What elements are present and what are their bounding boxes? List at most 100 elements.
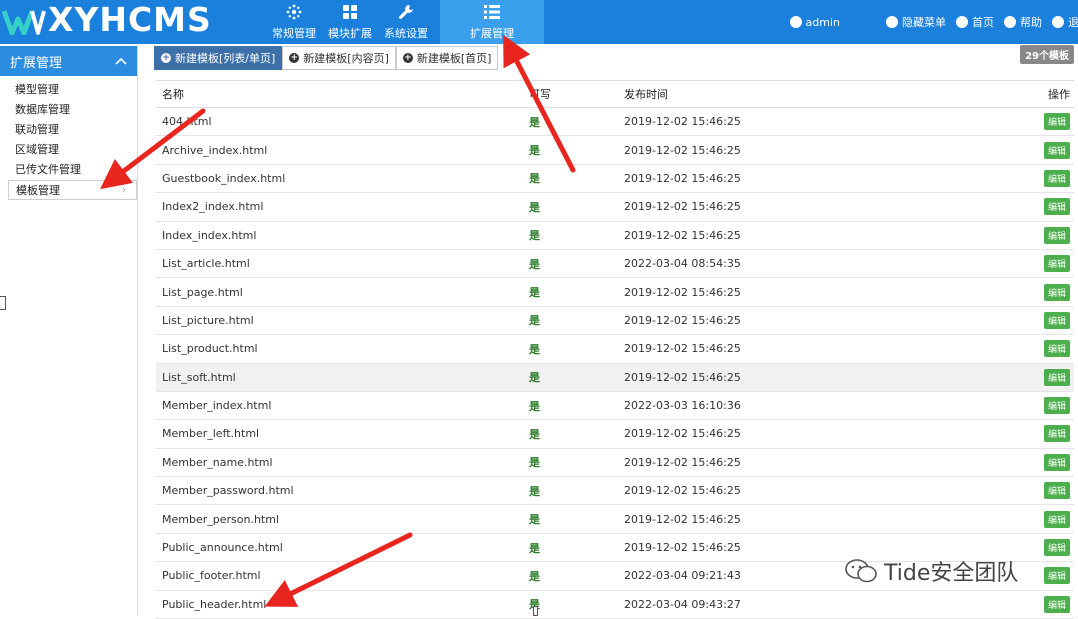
nav-item-system[interactable]: 系统设置 bbox=[378, 0, 434, 44]
user-menu[interactable]: admin bbox=[789, 15, 840, 29]
writable-flag: 是 bbox=[526, 590, 624, 619]
writable-flag: 是 bbox=[526, 419, 624, 449]
sidebar-item-label: 模板管理 bbox=[16, 184, 60, 197]
template-name: Archive_index.html bbox=[156, 135, 526, 165]
publish-time: 2019-12-02 15:46:25 bbox=[624, 135, 1014, 165]
sidebar-item-label: 模型管理 bbox=[15, 83, 59, 96]
nav-item-extension[interactable]: 扩展管理 bbox=[440, 0, 544, 44]
edit-button[interactable]: 编辑 bbox=[1043, 141, 1070, 159]
nav-label: 系统设置 bbox=[384, 27, 428, 40]
publish-time: 2019-12-02 15:46:25 bbox=[624, 476, 1014, 506]
edit-button[interactable]: 编辑 bbox=[1043, 397, 1070, 415]
sidebar-header[interactable]: 扩展管理 bbox=[0, 46, 137, 76]
wrench-icon bbox=[397, 3, 415, 21]
writable-flag: 是 bbox=[526, 306, 624, 336]
template-name: Public_announce.html bbox=[156, 533, 526, 563]
home-link[interactable]: 首页 bbox=[956, 14, 994, 30]
logout-icon bbox=[1052, 16, 1064, 28]
header-ops: 操作 bbox=[1014, 80, 1074, 108]
writable-value: 是 bbox=[529, 342, 540, 356]
sidebar-item-templates[interactable]: 模板管理 › bbox=[8, 180, 137, 200]
user-icon bbox=[789, 16, 802, 28]
ops-cell: 编辑 bbox=[1014, 107, 1074, 137]
edit-button[interactable]: 编辑 bbox=[1043, 425, 1070, 443]
table-row: Index2_index.html 是 2019-12-02 15:46:25 编辑 bbox=[156, 192, 1074, 222]
nav-item-general[interactable]: 常规管理 bbox=[266, 0, 322, 44]
writable-value: 是 bbox=[529, 569, 540, 583]
hide-menu-link[interactable]: 隐藏菜单 bbox=[886, 14, 946, 30]
scroll-handle[interactable] bbox=[533, 606, 538, 616]
sidebar-item-database[interactable]: 数据库管理 bbox=[0, 100, 137, 120]
tab-new-content-template[interactable]: + 新建模板[内容页] bbox=[282, 46, 396, 70]
edit-button[interactable]: 编辑 bbox=[1043, 368, 1070, 386]
publish-time: 2022-03-04 08:54:35 bbox=[624, 249, 1014, 279]
plus-circle-icon: + bbox=[402, 53, 413, 63]
edit-button[interactable]: 编辑 bbox=[1043, 340, 1070, 358]
sidebar-item-models[interactable]: 模型管理 bbox=[0, 80, 137, 100]
sidebar-item-region[interactable]: 区域管理 bbox=[0, 140, 137, 160]
publish-time: 2019-12-02 15:46:25 bbox=[624, 448, 1014, 478]
edit-button[interactable]: 编辑 bbox=[1043, 567, 1070, 585]
help-icon bbox=[1004, 16, 1016, 28]
ops-cell: 编辑 bbox=[1014, 391, 1074, 421]
ops-cell: 编辑 bbox=[1014, 504, 1074, 534]
nav-item-modules[interactable]: 模块扩展 bbox=[322, 0, 378, 44]
sidebar-toggle-handle[interactable] bbox=[0, 296, 6, 310]
template-name: Member_password.html bbox=[156, 476, 526, 506]
help-label: 帮助 bbox=[1020, 16, 1042, 29]
tab-label: 新建模板[内容页] bbox=[303, 52, 389, 65]
publish-time: 2019-12-02 15:46:25 bbox=[624, 363, 1014, 392]
table-row: List_product.html 是 2019-12-02 15:46:25 编辑 bbox=[156, 334, 1074, 364]
writable-flag: 是 bbox=[526, 448, 624, 478]
edit-button[interactable]: 编辑 bbox=[1043, 311, 1070, 329]
edit-button[interactable]: 编辑 bbox=[1043, 453, 1070, 471]
sidebar-item-uploads[interactable]: 已传文件管理 bbox=[0, 160, 137, 180]
writable-value: 是 bbox=[529, 286, 540, 300]
writable-flag: 是 bbox=[526, 192, 624, 222]
edit-button[interactable]: 编辑 bbox=[1043, 595, 1070, 613]
template-name: Member_index.html bbox=[156, 391, 526, 421]
template-name: Public_header.html bbox=[156, 590, 526, 619]
edit-button[interactable]: 编辑 bbox=[1043, 198, 1070, 216]
writable-flag: 是 bbox=[526, 533, 624, 563]
edit-button[interactable]: 编辑 bbox=[1043, 510, 1070, 528]
header-writable: 可写 bbox=[526, 80, 624, 108]
sidebar-item-label: 联动管理 bbox=[15, 123, 59, 136]
ops-cell: 编辑 bbox=[1014, 419, 1074, 449]
writable-value: 是 bbox=[529, 200, 540, 214]
edit-button[interactable]: 编辑 bbox=[1043, 283, 1070, 301]
edit-button[interactable]: 编辑 bbox=[1043, 255, 1070, 273]
logout-link[interactable]: 退出 bbox=[1052, 14, 1078, 30]
top-right-menu: admin 隐藏菜单 首页 帮助 退出 bbox=[789, 0, 1078, 44]
tab-new-home-template[interactable]: + 新建模板[首页] bbox=[395, 46, 499, 70]
username: admin bbox=[805, 15, 840, 29]
table-row: List_picture.html 是 2019-12-02 15:46:25 编辑 bbox=[156, 306, 1074, 336]
ops-cell: 编辑 bbox=[1014, 448, 1074, 478]
table-header-row: 名称 可写 发布时间 操作 bbox=[156, 80, 1074, 108]
table-row: Public_header.html 是 2022-03-04 09:43:27 编辑 bbox=[156, 590, 1074, 619]
template-name: Index_index.html bbox=[156, 221, 526, 250]
chevron-up-icon bbox=[115, 57, 127, 65]
edit-button[interactable]: 编辑 bbox=[1043, 169, 1070, 187]
help-link[interactable]: 帮助 bbox=[1004, 14, 1042, 30]
writable-value: 是 bbox=[529, 427, 540, 441]
edit-button[interactable]: 编辑 bbox=[1043, 113, 1070, 131]
publish-time: 2019-12-02 15:46:25 bbox=[624, 504, 1014, 534]
publish-time: 2019-12-02 15:46:25 bbox=[624, 419, 1014, 449]
ops-cell: 编辑 bbox=[1014, 476, 1074, 506]
table-row: Member_name.html 是 2019-12-02 15:46:25 编辑 bbox=[156, 448, 1074, 478]
template-name: Guestbook_index.html bbox=[156, 164, 526, 194]
edit-button[interactable]: 编辑 bbox=[1043, 226, 1070, 244]
edit-button[interactable]: 编辑 bbox=[1043, 539, 1070, 557]
main-content: + 新建模板[列表/单页] + 新建模板[内容页] + 新建模板[首页] 29个… bbox=[154, 44, 1078, 619]
sidebar-item-linkage[interactable]: 联动管理 bbox=[0, 120, 137, 140]
grid-icon bbox=[341, 3, 359, 21]
ops-cell: 编辑 bbox=[1014, 164, 1074, 194]
logo-text: XYHCMS bbox=[48, 0, 212, 39]
template-name: Member_name.html bbox=[156, 448, 526, 478]
table-row: Public_footer.html 是 2022-03-04 09:21:43 编辑 bbox=[156, 561, 1074, 591]
tab-new-list-template[interactable]: + 新建模板[列表/单页] bbox=[154, 46, 283, 70]
edit-button[interactable]: 编辑 bbox=[1043, 482, 1070, 500]
publish-time: 2019-12-02 15:46:25 bbox=[624, 306, 1014, 336]
table-row: List_article.html 是 2022-03-04 08:54:35 编辑 bbox=[156, 249, 1074, 279]
